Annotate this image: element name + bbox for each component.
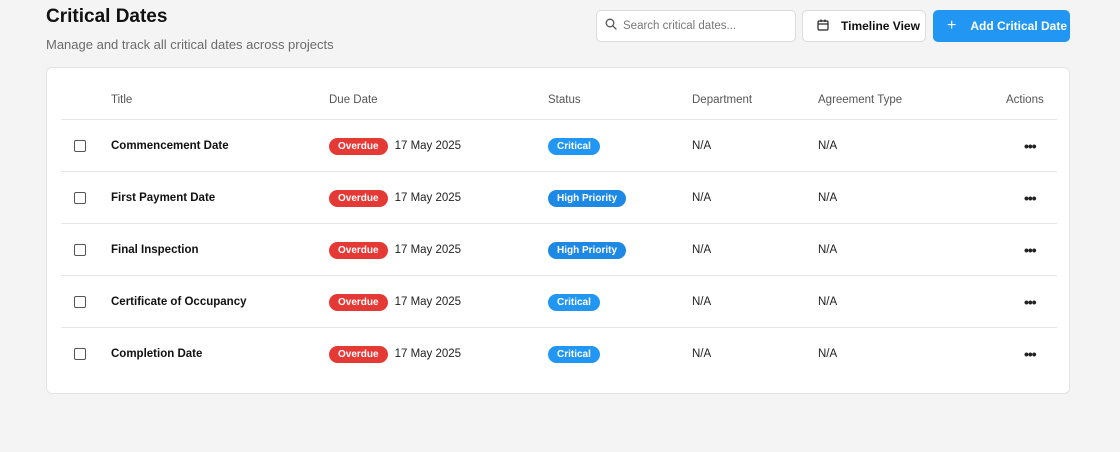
due-date: 17 May 2025 (394, 192, 462, 204)
more-horizontal-icon[interactable]: ••• (1024, 120, 1037, 172)
department: N/A (692, 192, 712, 204)
row-checkbox[interactable] (74, 140, 86, 152)
department: N/A (692, 140, 712, 152)
more-horizontal-icon[interactable]: ••• (1024, 276, 1037, 328)
department: N/A (692, 244, 712, 256)
table-row[interactable]: Final Inspection Overdue 17 May 2025 Hig… (61, 224, 1057, 276)
row-checkbox[interactable] (74, 244, 86, 256)
agreement-type: N/A (818, 140, 838, 152)
table-row[interactable]: First Payment Date Overdue 17 May 2025 H… (61, 172, 1057, 224)
add-critical-date-button[interactable]: + Add Critical Date (933, 10, 1070, 42)
department: N/A (692, 296, 712, 308)
due-date: 17 May 2025 (394, 244, 462, 256)
overdue-badge: Overdue (329, 137, 388, 155)
due-date: 17 May 2025 (394, 296, 462, 308)
calendar-icon (817, 19, 829, 34)
row-title: Completion Date (111, 348, 203, 360)
due-date: 17 May 2025 (394, 348, 462, 360)
search-box[interactable] (596, 10, 796, 42)
status-badge: Critical (548, 345, 600, 363)
status-badge: Critical (548, 293, 600, 311)
status-badge: High Priority (548, 241, 627, 259)
add-critical-date-label: Add Critical Date (970, 19, 1068, 33)
table-row[interactable]: Certificate of Occupancy Overdue 17 May … (61, 276, 1057, 328)
department: N/A (692, 348, 712, 360)
agreement-type: N/A (818, 348, 838, 360)
row-title: Commencement Date (111, 140, 229, 152)
more-horizontal-icon[interactable]: ••• (1024, 224, 1037, 276)
table-header: Title Due Date Status Department Agreeme… (61, 68, 1057, 120)
overdue-badge: Overdue (329, 345, 388, 363)
status-badge: High Priority (548, 189, 627, 207)
row-title: Certificate of Occupancy (111, 296, 247, 308)
timeline-view-label: Timeline View (841, 19, 920, 33)
table-row[interactable]: Completion Date Overdue 17 May 2025 Crit… (61, 328, 1057, 380)
row-checkbox[interactable] (74, 296, 86, 308)
column-header-actions: Actions (1006, 94, 1044, 106)
row-title: First Payment Date (111, 192, 216, 204)
critical-dates-table: Title Due Date Status Department Agreeme… (46, 67, 1070, 394)
row-checkbox[interactable] (74, 192, 86, 204)
column-header-department[interactable]: Department (692, 94, 752, 106)
column-header-due-date[interactable]: Due Date (329, 94, 378, 106)
overdue-badge: Overdue (329, 293, 388, 311)
row-checkbox[interactable] (74, 348, 86, 360)
plus-icon: + (947, 17, 957, 34)
column-header-title[interactable]: Title (111, 94, 132, 106)
column-header-agreement-type[interactable]: Agreement Type (818, 94, 902, 106)
more-horizontal-icon[interactable]: ••• (1024, 172, 1037, 224)
due-date: 17 May 2025 (394, 140, 462, 152)
column-header-status[interactable]: Status (548, 94, 581, 106)
agreement-type: N/A (818, 244, 838, 256)
timeline-view-button[interactable]: Timeline View (802, 10, 926, 42)
search-icon (605, 17, 617, 35)
table-row[interactable]: Commencement Date Overdue 17 May 2025 Cr… (61, 120, 1057, 172)
agreement-type: N/A (818, 296, 838, 308)
status-badge: Critical (548, 137, 600, 155)
more-horizontal-icon[interactable]: ••• (1024, 328, 1037, 380)
agreement-type: N/A (818, 192, 838, 204)
search-input[interactable] (623, 20, 783, 32)
page-subtitle: Manage and track all critical dates acro… (46, 37, 334, 52)
row-title: Final Inspection (111, 244, 199, 256)
overdue-badge: Overdue (329, 189, 388, 207)
page-header: Critical Dates Manage and track all crit… (46, 6, 334, 52)
overdue-badge: Overdue (329, 241, 388, 259)
page-title: Critical Dates (46, 6, 168, 27)
